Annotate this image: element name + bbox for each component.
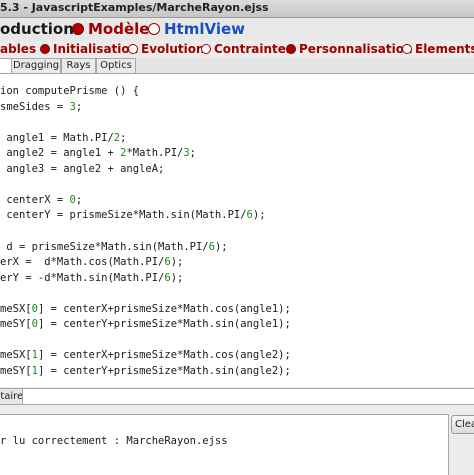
code-line: centerY = prismeSize*Math.sin(Math.PI/6)… — [0, 209, 266, 222]
radio-selected-icon — [72, 23, 84, 35]
subtab-initialisation-label: Initialisation — [53, 42, 139, 56]
code-text: erX = d*Math.cos(Math.PI/ — [0, 256, 165, 269]
model-subtab-bar: ables Initialisation Evolution Contraint… — [0, 41, 474, 59]
code-text: angle1 = Math.PI/ — [0, 131, 114, 144]
radio-selected-icon — [40, 44, 50, 54]
code-text: meSX[ — [0, 349, 32, 362]
radio-unselected-icon — [402, 44, 412, 54]
code-text: ; — [75, 100, 83, 113]
code-text: meSY[ — [0, 364, 32, 377]
code-text: meSX[ — [0, 302, 32, 315]
code-line: angle3 = angle2 + angleA; — [0, 163, 164, 175]
code-text: meSY[ — [0, 318, 32, 331]
window-titlebar: 5.3 - JavascriptExamples/MarcheRayon.ejs… — [0, 0, 474, 18]
code-line: erX = d*Math.cos(Math.PI/6); — [0, 256, 183, 268]
page-tab-rays-label: Rays — [66, 60, 91, 71]
comment-label: ntaire — [0, 388, 23, 405]
subtab-personnalisation[interactable]: Personnalisation — [286, 42, 413, 56]
subtab-evolution-label: Evolution — [141, 42, 205, 56]
tab-htmlview-label: HtmlView — [164, 20, 246, 38]
radio-unselected-icon — [128, 44, 138, 54]
code-text: angle3 = angle2 + angleA; — [0, 162, 165, 175]
subtab-variables[interactable]: ables — [0, 42, 36, 56]
page-tab-optics-label: Optics — [100, 60, 132, 71]
code-line: smeSides = 3; — [0, 101, 82, 113]
code-text: centerY = prismeSize*Math.sin(Math.PI/ — [0, 209, 247, 222]
window-title: 5.3 - JavascriptExamples/MarcheRayon.ejs… — [0, 1, 269, 14]
tab-modele-label: Modèle — [88, 20, 150, 38]
tab-htmlview[interactable]: HtmlView — [148, 20, 245, 38]
code-text: ; — [120, 131, 127, 144]
code-text: erY = -d*Math.sin(Math.PI/ — [0, 271, 165, 284]
code-text: ); — [170, 271, 184, 284]
code-line: centerX = 0; — [0, 194, 82, 206]
subtab-initialisation[interactable]: Initialisation — [40, 42, 138, 56]
code-text: ] = centerY+prismeSize*Math.sin(angle2); — [37, 364, 291, 377]
code-line: d = prismeSize*Math.sin(Math.PI/6); — [0, 240, 228, 253]
code-line: ion computePrisme () { — [0, 85, 139, 97]
subtab-contraintes[interactable]: Contraintes — [201, 42, 293, 56]
page-tab-rays[interactable]: Rays — [61, 58, 96, 73]
code-text: smeSides = — [0, 100, 70, 113]
code-line: meSX[0] = centerX+prismeSize*Math.cos(an… — [0, 303, 291, 315]
panel-divider[interactable] — [0, 406, 474, 414]
code-page-tabs: Dragging Rays Optics — [0, 58, 474, 74]
subtab-contraintes-label: Contraintes — [214, 42, 294, 56]
page-tab-dragging[interactable]: Dragging — [11, 58, 61, 73]
code-line: meSY[0] = centerY+prismeSize*Math.sin(an… — [0, 318, 291, 330]
code-line: meSX[1] = centerX+prismeSize*Math.cos(an… — [0, 349, 291, 361]
code-text: ; — [75, 193, 83, 206]
code-text: ; — [189, 147, 196, 160]
code-text: angle2 = angle1 + — [0, 147, 121, 160]
main-tab-bar: oduction Modèle HtmlView — [0, 18, 474, 41]
radio-unselected-icon — [148, 23, 160, 35]
code-text: ); — [170, 256, 184, 269]
code-text: ); — [214, 240, 228, 253]
code-line: meSY[1] = centerY+prismeSize*Math.sin(an… — [0, 365, 291, 377]
page-tab-optics[interactable]: Optics — [96, 58, 136, 73]
code-line: angle2 = angle1 + 2*Math.PI/3; — [0, 147, 196, 159]
code-text: d = prismeSize*Math.sin(Math.PI/ — [0, 240, 209, 253]
subtab-evolution[interactable]: Evolution — [128, 42, 205, 56]
code-text: ] = centerX+prismeSize*Math.cos(angle1); — [37, 302, 291, 315]
subtab-variables-label: ables — [0, 42, 37, 56]
code-line: erY = -d*Math.sin(Math.PI/6); — [0, 272, 183, 284]
radio-selected-icon — [286, 44, 296, 54]
tab-modele[interactable]: Modèle — [72, 20, 149, 38]
tab-introduction-label: oduction — [0, 20, 74, 38]
radio-unselected-icon — [201, 44, 211, 54]
code-text: ] = centerY+prismeSize*Math.sin(angle1); — [37, 318, 291, 331]
code-text: *Math.PI/ — [126, 147, 184, 160]
code-text: centerX = — [0, 193, 70, 206]
code-line: angle1 = Math.PI/2; — [0, 132, 126, 144]
clear-button[interactable]: Clea — [451, 415, 474, 434]
subtab-personnalisation-label: Personnalisation — [299, 42, 413, 56]
output-message: r lu correctement : MarcheRayon.ejss — [0, 435, 228, 447]
message-output: r lu correctement : MarcheRayon.ejss — [0, 414, 449, 475]
comment-input[interactable] — [22, 388, 474, 405]
code-text: ); — [252, 209, 266, 222]
comment-bar: ntaire — [0, 387, 474, 405]
code-text: ] = centerX+prismeSize*Math.cos(angle2); — [37, 349, 291, 362]
subtab-elements-label: Elements — [415, 42, 474, 56]
subtab-elements[interactable]: Elements — [402, 42, 474, 56]
tab-introduction[interactable]: oduction — [0, 20, 74, 38]
code-text: ion computePrisme () { — [0, 85, 140, 97]
code-editor[interactable]: ion computePrisme () { smeSides = 3; angl… — [0, 73, 474, 388]
page-tab-dragging-label: Dragging — [12, 60, 60, 71]
